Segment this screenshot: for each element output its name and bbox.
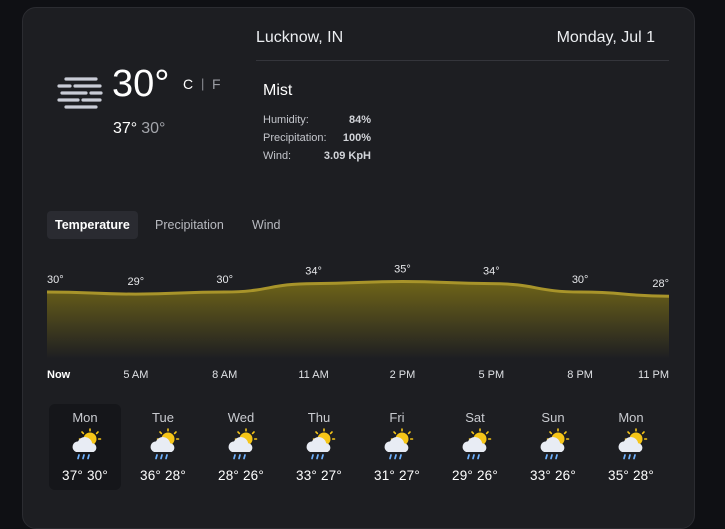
sun-cloud-rain-icon xyxy=(72,428,102,460)
forecast-day-card[interactable]: Mon 35° 28° xyxy=(595,404,667,490)
forecast-day-card[interactable]: Thu 33° 27° xyxy=(283,404,355,490)
forecast-low: 26° xyxy=(242,468,264,483)
forecast-low: 27° xyxy=(398,468,420,483)
current-high: 37° xyxy=(113,120,138,137)
chart-data-label: 30° xyxy=(572,274,589,286)
chart-data-label: 29° xyxy=(128,276,145,288)
forecast-day-card[interactable]: Mon 37° 30° xyxy=(49,404,121,490)
forecast-high: 33° xyxy=(530,468,552,483)
sun-cloud-rain-icon xyxy=(618,428,648,460)
condition-label: Mist xyxy=(263,82,293,99)
current-low: 30° xyxy=(141,120,166,137)
forecast-temps: 35° 28° xyxy=(595,468,667,484)
hourly-temperature-chart: 30° Now 29° 5 AM 30° 8 AM 34° 11 AM 35° 2 PM 34° 5 … xyxy=(47,264,669,381)
sun-cloud-rain-icon xyxy=(384,428,414,460)
chart-time-tick: 11 PM xyxy=(638,369,669,381)
forecast-day-name: Thu xyxy=(307,410,331,425)
forecast-high: 37° xyxy=(62,468,84,483)
forecast-low: 26° xyxy=(476,468,498,483)
chart-time-tick: 5 PM xyxy=(478,369,504,381)
sun-cloud-rain-icon xyxy=(150,428,180,460)
chart-data-label: 30° xyxy=(216,274,233,286)
unit-celsius-toggle[interactable]: C xyxy=(183,76,193,92)
forecast-temps: 29° 26° xyxy=(439,468,511,484)
wind-label: Wind: xyxy=(263,150,292,162)
forecast-temps: 31° 27° xyxy=(361,468,433,484)
current-temperature: 30° xyxy=(112,63,170,105)
forecast-temps: 36° 28° xyxy=(127,468,199,484)
location-label: Lucknow, IN xyxy=(256,29,344,46)
forecast-high: 35° xyxy=(608,468,630,483)
forecast-temps: 37° 30° xyxy=(49,468,121,484)
precipitation-value: 100% xyxy=(342,132,371,144)
forecast-day-name: Wed xyxy=(227,410,255,425)
sun-cloud-rain-icon xyxy=(306,428,336,460)
forecast-day-card[interactable]: Fri 31° 27° xyxy=(361,404,433,490)
forecast-day-card[interactable]: Tue 36° 28° xyxy=(127,404,199,490)
chart-data-label: 34° xyxy=(483,266,500,278)
chart-time-tick: 8 PM xyxy=(567,369,593,381)
mist-icon xyxy=(57,77,103,109)
forecast-high: 31° xyxy=(374,468,396,483)
forecast-low: 27° xyxy=(320,468,342,483)
forecast-day-name: Sat xyxy=(465,410,485,425)
forecast-day-name: Sun xyxy=(541,410,565,425)
forecast-temps: 33° 27° xyxy=(283,468,355,484)
wind-value: 3.09 KpH xyxy=(323,150,371,162)
tab-temperature[interactable]: Temperature xyxy=(47,211,138,239)
tab-precipitation[interactable]: Precipitation xyxy=(147,211,232,239)
unit-fahrenheit-toggle[interactable]: F xyxy=(212,76,221,92)
forecast-day-card[interactable]: Sun 33° 26° xyxy=(517,404,589,490)
chart-time-tick: 8 AM xyxy=(212,369,237,381)
chart-time-tick: Now xyxy=(47,369,71,381)
chart-time-tick: 5 AM xyxy=(123,369,148,381)
forecast-low: 26° xyxy=(554,468,576,483)
forecast-day-name: Mon xyxy=(618,410,644,425)
humidity-value: 84% xyxy=(348,114,371,126)
sun-cloud-rain-icon xyxy=(228,428,258,460)
forecast-day-name: Mon xyxy=(72,410,98,425)
forecast-low: 28° xyxy=(164,468,186,483)
sun-cloud-rain-icon xyxy=(462,428,492,460)
forecast-temps: 33° 26° xyxy=(517,468,589,484)
chart-time-tick: 11 AM xyxy=(298,369,328,381)
forecast-day-card[interactable]: Sat 29° 26° xyxy=(439,404,511,490)
sun-cloud-rain-icon xyxy=(540,428,570,460)
date-label: Monday, Jul 1 xyxy=(556,29,655,46)
chart-data-label: 30° xyxy=(47,274,64,286)
unit-separator: | xyxy=(201,76,205,91)
forecast-low: 28° xyxy=(632,468,654,483)
forecast-day-name: Tue xyxy=(152,410,174,425)
forecast-high: 33° xyxy=(296,468,318,483)
forecast-temps: 28° 26° xyxy=(205,468,277,484)
forecast-day-name: Fri xyxy=(389,410,405,425)
forecast-day-card[interactable]: Wed 28° 26° xyxy=(205,404,277,490)
forecast-high: 36° xyxy=(140,468,162,483)
header-divider xyxy=(256,60,669,61)
chart-time-tick: 2 PM xyxy=(390,369,416,381)
forecast-low: 30° xyxy=(86,468,108,483)
chart-data-label: 34° xyxy=(305,266,322,278)
chart-data-label: 28° xyxy=(652,278,669,290)
forecast-high: 28° xyxy=(218,468,240,483)
tab-wind[interactable]: Wind xyxy=(244,211,288,239)
forecast-high: 29° xyxy=(452,468,474,483)
chart-data-label: 35° xyxy=(394,264,411,276)
current-high-low: 37° 30° xyxy=(113,120,165,138)
